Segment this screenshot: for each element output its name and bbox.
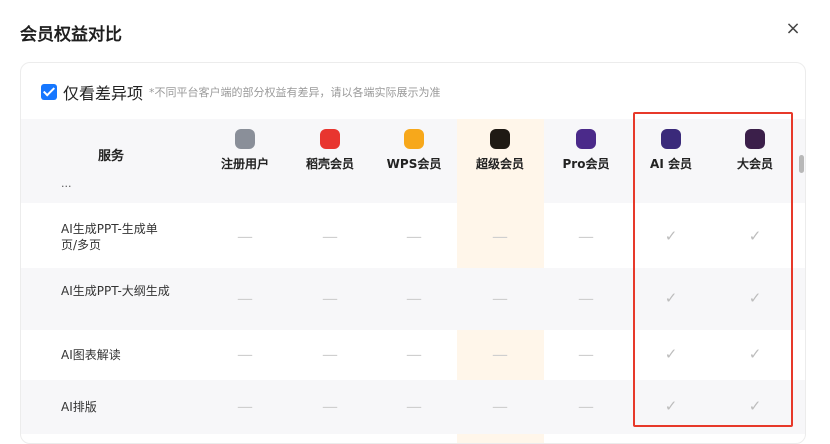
dash-icon: — — [492, 345, 508, 364]
close-button[interactable]: × — [784, 20, 802, 38]
dash-icon: — — [322, 397, 338, 416]
dash-icon: — — [237, 289, 253, 308]
check-icon: ✓ — [664, 345, 678, 363]
dash-icon: — — [322, 227, 338, 246]
table-row: AI排版 — — — — — ✓ ✓ — [21, 380, 805, 434]
dash-icon: — — [578, 397, 594, 416]
dash-icon: — — [406, 345, 422, 364]
column-label: 注册用户 — [220, 157, 269, 171]
dash-icon: — — [322, 289, 338, 308]
row-label: AI排版 — [61, 400, 97, 414]
pro-member-icon — [576, 129, 596, 149]
dash-icon: — — [578, 345, 594, 364]
partial-row-text: ... — [61, 177, 72, 190]
big-member-icon — [745, 129, 765, 149]
filter-note: *不同平台客户端的部分权益有差异，请以各端实际展示为准 — [149, 86, 441, 99]
check-icon: ✓ — [664, 397, 678, 415]
dash-icon: — — [492, 289, 508, 308]
benefits-card: 仅看差异项 *不同平台客户端的部分权益有差异，请以各端实际展示为准 服务 注册用… — [20, 62, 806, 444]
dash-icon: — — [406, 289, 422, 308]
checkbox-checked-icon[interactable] — [41, 84, 57, 100]
check-icon: ✓ — [748, 345, 762, 363]
check-icon: ✓ — [748, 289, 762, 307]
table-row: AI生成PPT-生成单页/多页 — — — — — ✓ ✓ — [21, 206, 805, 268]
table-row: AI生成PPT-大纲生成 — — — — — ✓ ✓ — [21, 268, 805, 330]
column-label: Pro会员 — [562, 157, 610, 171]
crown-icon — [404, 129, 424, 149]
ai-member-icon — [661, 129, 681, 149]
column-label: 大会员 — [736, 157, 773, 171]
column-header-2: WPS会员 — [374, 119, 454, 203]
dash-icon: — — [406, 397, 422, 416]
check-icon: ✓ — [748, 227, 762, 245]
row-label: AI生成PPT-大纲生成 — [61, 284, 170, 298]
column-label: AI 会员 — [650, 157, 692, 171]
service-header: 服务 — [97, 149, 124, 164]
diff-only-filter[interactable]: 仅看差异项 *不同平台客户端的部分权益有差异，请以各端实际展示为准 — [41, 81, 441, 103]
check-icon: ✓ — [664, 227, 678, 245]
column-header-4: Pro会员 — [546, 119, 626, 203]
dash-icon: — — [237, 397, 253, 416]
super-member-icon — [490, 129, 510, 149]
column-header-5: AI 会员 — [631, 119, 711, 203]
filter-label: 仅看差异项 — [63, 84, 144, 103]
docer-icon — [320, 129, 340, 149]
column-label: 稻壳会员 — [305, 157, 354, 171]
dash-icon: — — [492, 397, 508, 416]
dash-icon: — — [237, 227, 253, 246]
dash-icon: — — [406, 227, 422, 246]
column-header-6: 大会员 — [715, 119, 795, 203]
user-icon — [235, 129, 255, 149]
row-label: AI图表解读 — [61, 348, 121, 362]
row-label: AI生成PPT-生成单页/多页 — [61, 222, 158, 252]
dash-icon: — — [578, 227, 594, 246]
column-header-1: 稻壳会员 — [290, 119, 370, 203]
column-label: 超级会员 — [475, 157, 524, 171]
dialog-title: 会员权益对比 — [20, 25, 122, 45]
scrollbar-thumb[interactable] — [799, 155, 804, 173]
close-icon: × — [785, 18, 801, 39]
dash-icon: — — [492, 227, 508, 246]
column-header-0: 注册用户 — [205, 119, 285, 203]
dash-icon: — — [237, 345, 253, 364]
column-label: WPS会员 — [386, 157, 442, 171]
dash-icon: — — [322, 345, 338, 364]
column-header-3: 超级会员 — [460, 119, 540, 203]
dash-icon: — — [578, 289, 594, 308]
check-icon: ✓ — [748, 397, 762, 415]
check-icon: ✓ — [664, 289, 678, 307]
table-row: AI图表解读 — — — — — ✓ ✓ — [21, 330, 805, 380]
